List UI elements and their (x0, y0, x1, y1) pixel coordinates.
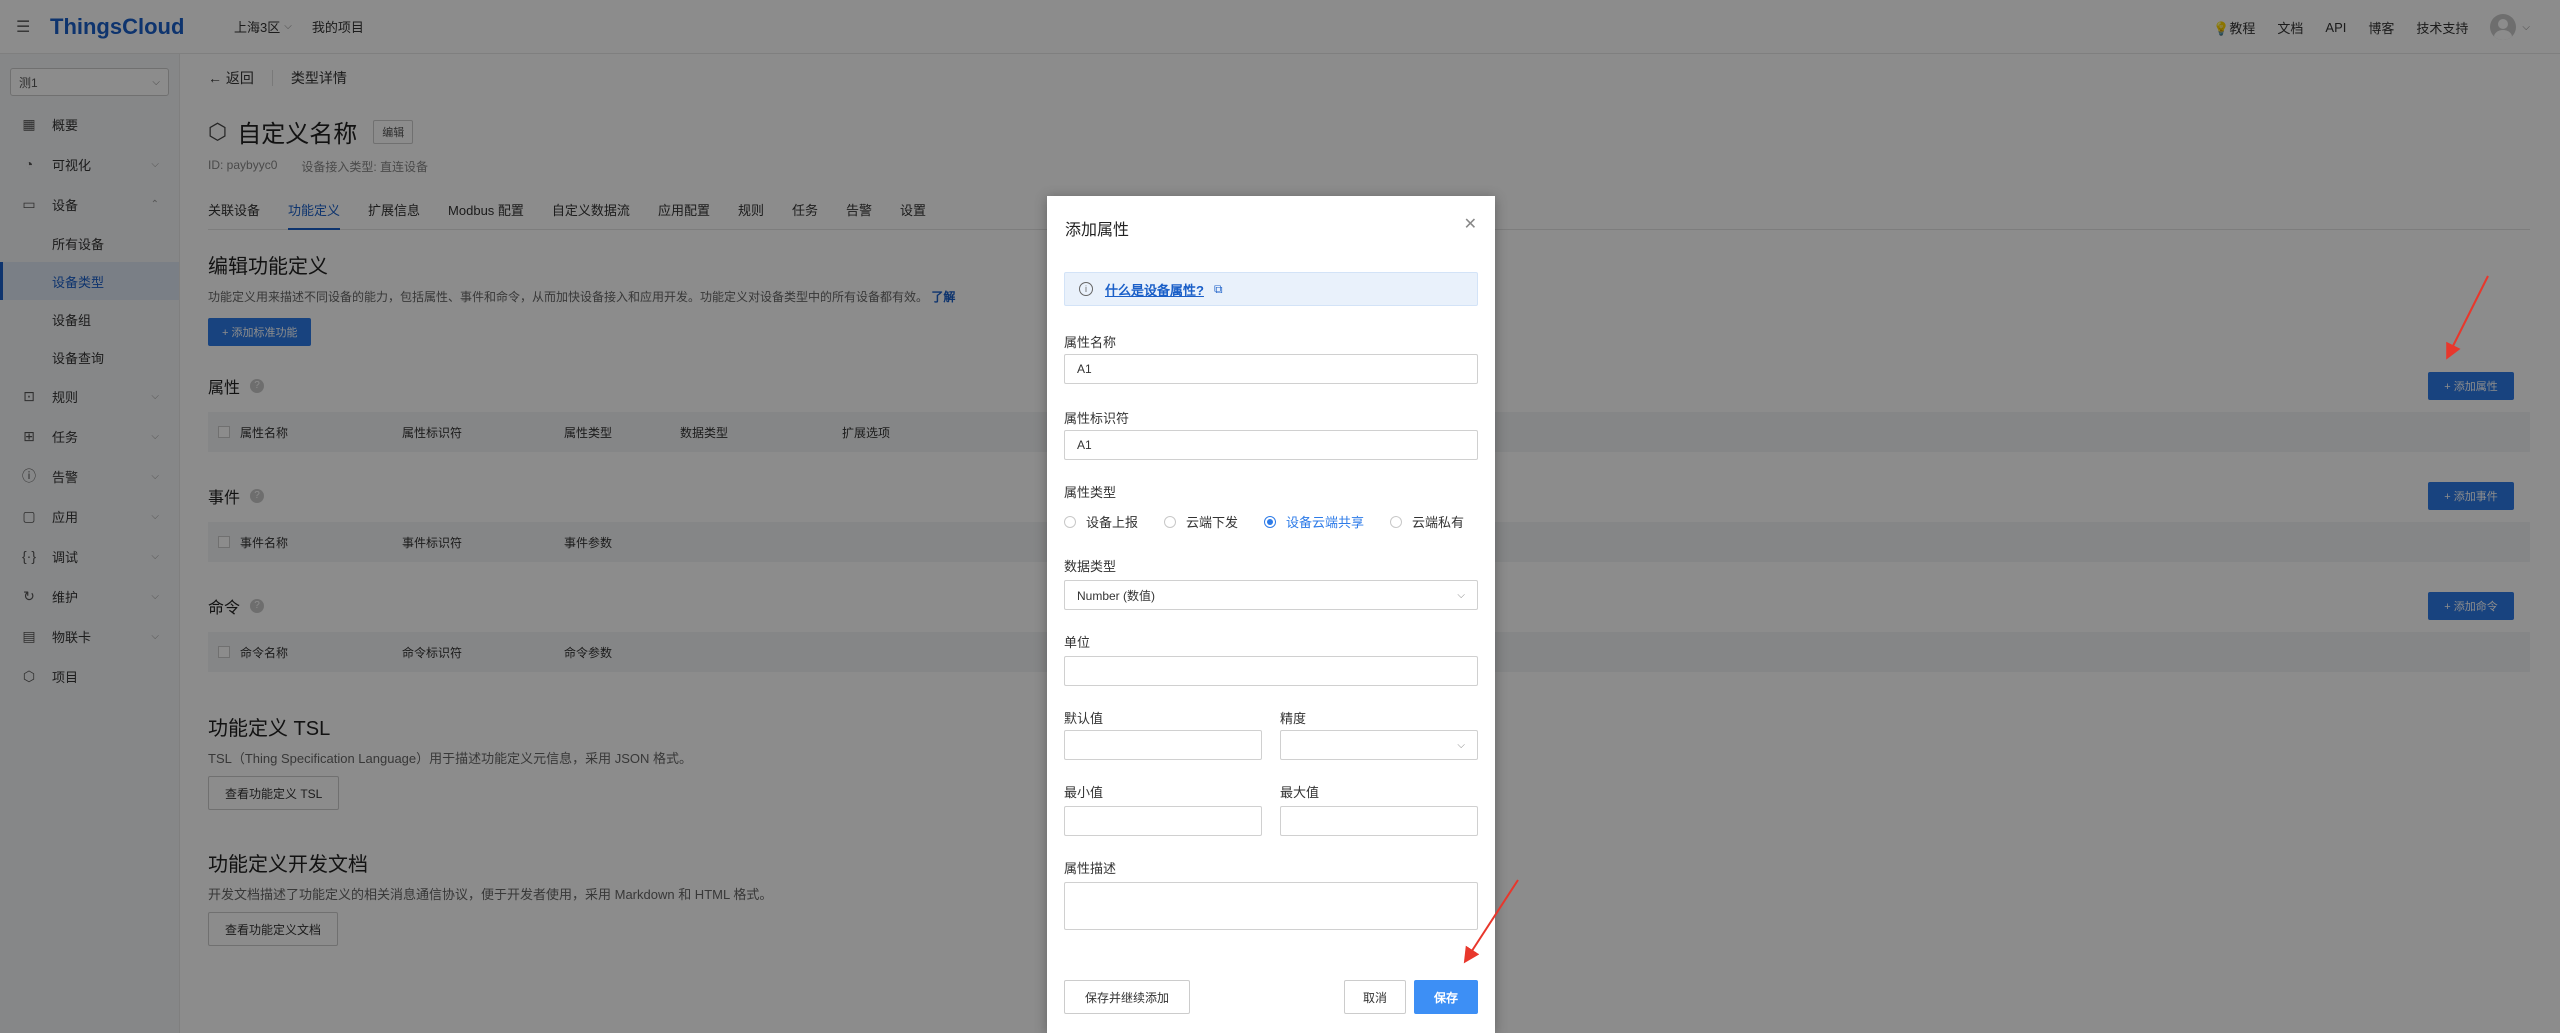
annotation-arrows (1463, 275, 2489, 964)
arrow-to-save-button (1463, 879, 1519, 964)
arrow-to-add-attribute (2446, 275, 2489, 360)
